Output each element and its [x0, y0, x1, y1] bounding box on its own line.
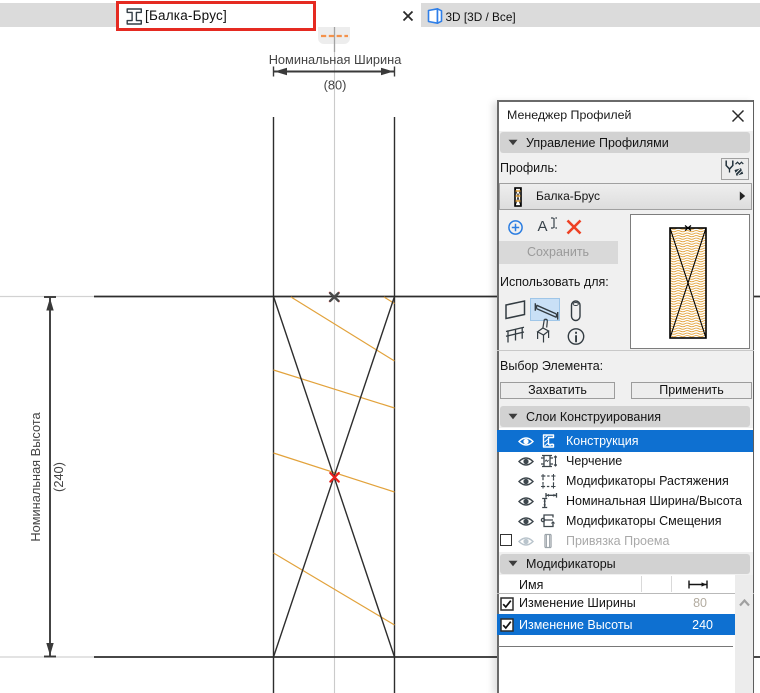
svg-text:Номинальная Ширина: Номинальная Ширина	[269, 52, 403, 67]
svg-text:(240): (240)	[51, 462, 66, 492]
svg-text:Номинальная Высота: Номинальная Высота	[28, 412, 43, 542]
svg-text:(80): (80)	[324, 78, 347, 93]
